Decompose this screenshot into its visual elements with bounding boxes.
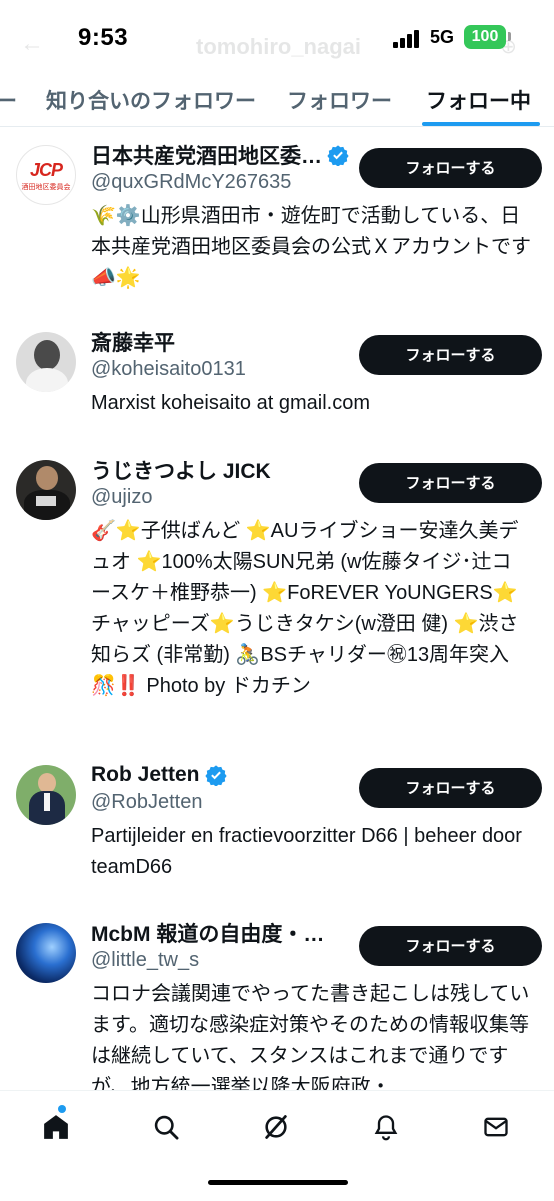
user-row[interactable]: 斎藤幸平 @koheisaito0131 Marxist koheisaito … [0, 314, 554, 434]
name-row: McbM 報道の自由度・… [91, 917, 324, 949]
user-bio: コロナ会議関連でやってた書き起こしは残しています。適切な感染症対策やそのための情… [91, 983, 530, 1098]
notification-dot [58, 1105, 66, 1113]
search-icon[interactable] [146, 1107, 186, 1147]
user-row[interactable]: うじきつよし JICK @ujizo 🎸⭐子供ばんど ⭐AUライブショー安達久美… [0, 442, 554, 732]
user-name[interactable]: McbM 報道の自由度・… [91, 918, 324, 948]
avatar[interactable] [16, 460, 76, 520]
user-handle: @ujizo [91, 486, 153, 508]
follow-button[interactable]: フォローする [359, 926, 542, 966]
back-arrow-icon[interactable]: ← [20, 30, 44, 58]
tab-following[interactable]: フォロー中 [426, 85, 531, 115]
name-row: うじきつよし JICK [91, 454, 271, 486]
user-handle: @little_tw_s [91, 949, 200, 971]
user-handle: @koheisaito0131 [91, 358, 246, 380]
signal-icon [393, 30, 423, 48]
page-title: tomohiro_nagai [196, 34, 362, 59]
status-time: 9:53 [78, 24, 129, 51]
name-row: Rob Jetten [91, 759, 227, 791]
avatar-logo-text: JCP [29, 160, 63, 180]
name-row: 日本共産党酒田地区委… [91, 139, 349, 171]
tab-partial[interactable]: ー [0, 85, 17, 115]
user-name[interactable]: うじきつよし JICK [91, 455, 271, 485]
tab-known-followers[interactable]: 知り合いのフォロワー [46, 85, 256, 115]
user-name[interactable]: 日本共産党酒田地区委… [91, 140, 322, 170]
user-name[interactable]: Rob Jetten [91, 763, 200, 787]
verified-badge-icon [204, 765, 227, 786]
user-handle: @quxGRdMcY267635 [91, 171, 292, 193]
follow-button[interactable]: フォローする [359, 148, 542, 188]
tab-underline [422, 122, 540, 126]
avatar[interactable] [16, 765, 76, 825]
user-bio: 🌾⚙️山形県酒田市・遊佐町で活動している、日本共産党酒田地区委員会の公式Ｘアカウ… [91, 205, 531, 289]
user-bio: 🎸⭐子供ばんど ⭐AUライブショー安達久美デュオ ⭐100%太陽SUN兄弟 (w… [91, 520, 519, 697]
name-row: 斎藤幸平 [91, 326, 175, 358]
user-row[interactable]: McbM 報道の自由度・… @little_tw_s コロナ会議関連でやってた書… [0, 905, 554, 1105]
tab-followers[interactable]: フォロワー [287, 85, 392, 115]
verified-badge-icon [327, 145, 349, 166]
follow-button[interactable]: フォローする [359, 768, 542, 808]
notifications-icon[interactable] [366, 1107, 406, 1147]
avatar-logo-subtext: 酒田地区委員会 [21, 184, 71, 191]
home-indicator [208, 1180, 348, 1185]
user-row[interactable]: Rob Jetten @RobJetten Partijleider en fr… [0, 747, 554, 897]
avatar[interactable] [16, 923, 76, 983]
user-bio: Marxist koheisaito at gmail.com [91, 392, 370, 414]
user-name[interactable]: 斎藤幸平 [91, 327, 175, 357]
grok-icon[interactable] [256, 1107, 296, 1147]
battery-icon: 100 [464, 25, 506, 49]
user-row[interactable]: JCP 酒田地区委員会 日本共産党酒田地区委… @quxGRdMcY267635… [0, 127, 554, 307]
status-bar: ← 9:53 tomohiro_nagai ⊕ 5G 100 [0, 0, 554, 76]
network-label: 5G [430, 27, 455, 47]
home-icon[interactable] [36, 1107, 76, 1147]
battery-tip [508, 32, 511, 41]
follow-button[interactable]: フォローする [359, 463, 542, 503]
messages-icon[interactable] [476, 1107, 516, 1147]
user-bio: Partijleider en fractievoorzitter D66 | … [91, 825, 522, 878]
follow-button[interactable]: フォローする [359, 335, 542, 375]
user-handle: @RobJetten [91, 791, 203, 813]
avatar[interactable]: JCP 酒田地区委員会 [16, 145, 76, 205]
avatar[interactable] [16, 332, 76, 392]
tab-bar: ー 知り合いのフォロワー フォロワー フォロー中 [0, 76, 554, 127]
